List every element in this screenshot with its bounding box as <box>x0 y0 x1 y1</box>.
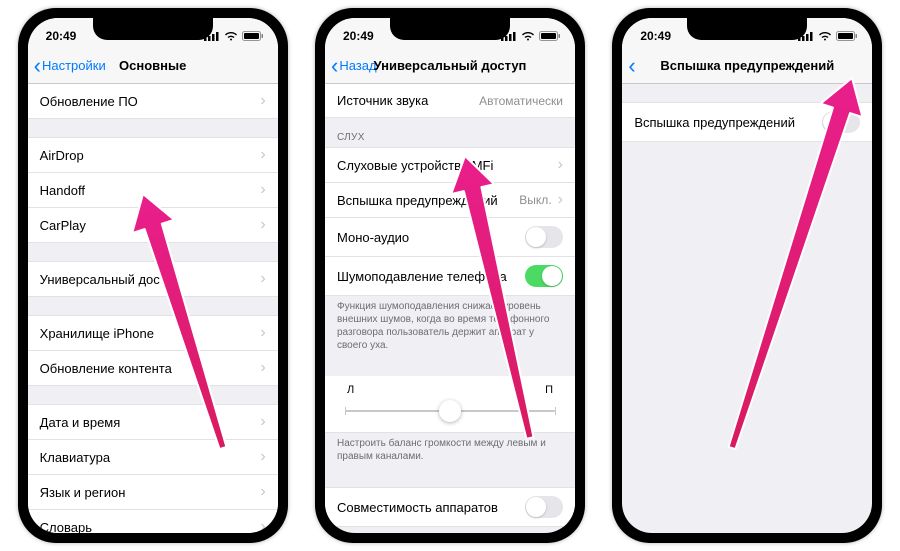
settings-row[interactable]: Handoff › <box>28 173 278 208</box>
chevron-right-icon: › <box>558 156 563 174</box>
settings-row: Вспышка предупреждений <box>622 102 872 142</box>
slider-thumb[interactable] <box>439 400 461 422</box>
battery-icon <box>836 31 858 41</box>
back-label: Настройки <box>42 58 106 73</box>
toggle-switch[interactable] <box>822 111 860 133</box>
chevron-right-icon: › <box>260 324 265 342</box>
nav-bar: ‹НазадУниверсальный доступ <box>325 48 575 84</box>
row-label: Универсальный доступ <box>40 272 255 287</box>
screen: 20:49‹НазадУниверсальный доступИсточник … <box>325 18 575 533</box>
slider-label-right: П <box>545 384 553 396</box>
settings-row[interactable]: Универсальный доступ › <box>28 261 278 297</box>
page-title: Вспышка предупреждений <box>622 58 872 73</box>
screen: 20:49‹Вспышка предупрежденийВспышка пред… <box>622 18 872 533</box>
chevron-right-icon: › <box>260 270 265 288</box>
chevron-right-icon: › <box>558 191 563 209</box>
back-label: Назад <box>339 58 376 73</box>
chevron-right-icon: › <box>260 518 265 533</box>
section-footer: Режим «Совместимость аппаратов» улучшает… <box>325 527 575 533</box>
row-label: AirDrop <box>40 148 255 163</box>
settings-row[interactable]: Клавиатура › <box>28 440 278 475</box>
chevron-right-icon: › <box>260 448 265 466</box>
phone-frame: 20:49‹НастройкиОсновныеОбновление ПО›Air… <box>18 8 288 543</box>
toggle-switch[interactable] <box>525 265 563 287</box>
wifi-icon <box>521 31 535 41</box>
row-label: Источник звука <box>337 93 479 108</box>
settings-row[interactable]: Язык и регион › <box>28 475 278 510</box>
phone-frame: 20:49‹Вспышка предупрежденийВспышка пред… <box>612 8 882 543</box>
chevron-right-icon: › <box>260 216 265 234</box>
settings-row: Шумоподавление телефона <box>325 257 575 296</box>
row-label: Моно-аудио <box>337 230 525 245</box>
row-label: Дата и время <box>40 415 255 430</box>
row-label: Обновление ПО <box>40 94 255 109</box>
balance-slider[interactable] <box>345 410 555 412</box>
settings-row: Совместимость аппаратов <box>325 487 575 527</box>
section-footer: Функция шумоподавления снижает уровень в… <box>325 296 575 358</box>
notch <box>687 18 807 40</box>
battery-icon <box>539 31 561 41</box>
back-button[interactable]: ‹ <box>628 55 635 77</box>
section-header: СЛУХ <box>325 118 575 147</box>
chevron-left-icon: ‹ <box>34 55 41 77</box>
row-label: Язык и регион <box>40 485 255 500</box>
content-area[interactable]: Вспышка предупреждений <box>622 84 872 533</box>
notch <box>93 18 213 40</box>
row-label: Handoff <box>40 183 255 198</box>
toggle-switch[interactable] <box>525 226 563 248</box>
wifi-icon <box>818 31 832 41</box>
back-button[interactable]: ‹Настройки <box>34 55 106 77</box>
status-time: 20:49 <box>640 29 671 43</box>
chevron-right-icon: › <box>260 146 265 164</box>
content-area[interactable]: Источник звукаАвтоматическиСЛУХСлуховые … <box>325 84 575 533</box>
row-label: Совместимость аппаратов <box>337 500 525 515</box>
settings-row[interactable]: Источник звукаАвтоматически <box>325 84 575 118</box>
row-label: CarPlay <box>40 218 255 233</box>
row-label: Вспышка предупреждений <box>337 193 519 208</box>
chevron-left-icon: ‹ <box>628 55 635 77</box>
wifi-icon <box>224 31 238 41</box>
nav-bar: ‹Вспышка предупреждений <box>622 48 872 84</box>
settings-row[interactable]: AirDrop › <box>28 137 278 173</box>
chevron-left-icon: ‹ <box>331 55 338 77</box>
settings-row[interactable]: CarPlay › <box>28 208 278 243</box>
battery-icon <box>242 31 264 41</box>
nav-bar: ‹НастройкиОсновные <box>28 48 278 84</box>
toggle-switch[interactable] <box>525 496 563 518</box>
settings-row[interactable]: Дата и время › <box>28 404 278 440</box>
settings-row[interactable]: Хранилище iPhone › <box>28 315 278 351</box>
settings-row[interactable]: Обновление контента › <box>28 351 278 386</box>
content-area[interactable]: Обновление ПО›AirDrop›Handoff›CarPlay›Ун… <box>28 84 278 533</box>
settings-row[interactable]: Вспышка предупрежденийВыкл. › <box>325 183 575 218</box>
row-label: Слуховые устройства MFi <box>337 158 552 173</box>
settings-row[interactable]: Обновление ПО › <box>28 84 278 119</box>
settings-row: Моно-аудио <box>325 218 575 257</box>
chevron-right-icon: › <box>260 413 265 431</box>
screen: 20:49‹НастройкиОсновныеОбновление ПО›Air… <box>28 18 278 533</box>
chevron-right-icon: › <box>260 483 265 501</box>
section-footer: Настроить баланс громкости между левым и… <box>325 433 575 469</box>
row-detail: Выкл. <box>519 193 551 207</box>
status-time: 20:49 <box>343 29 374 43</box>
settings-row[interactable]: Слуховые устройства MFi › <box>325 147 575 183</box>
notch <box>390 18 510 40</box>
row-label: Вспышка предупреждений <box>634 115 822 130</box>
row-detail: Автоматически <box>479 94 563 108</box>
phone-frame: 20:49‹НазадУниверсальный доступИсточник … <box>315 8 585 543</box>
row-label: Клавиатура <box>40 450 255 465</box>
settings-row[interactable]: Словарь › <box>28 510 278 533</box>
balance-slider-row: ЛП <box>325 376 575 433</box>
row-label: Хранилище iPhone <box>40 326 255 341</box>
row-label: Словарь <box>40 520 255 534</box>
status-time: 20:49 <box>46 29 77 43</box>
chevron-right-icon: › <box>260 181 265 199</box>
row-label: Обновление контента <box>40 361 255 376</box>
chevron-right-icon: › <box>260 359 265 377</box>
row-label: Шумоподавление телефона <box>337 269 525 284</box>
chevron-right-icon: › <box>260 92 265 110</box>
slider-label-left: Л <box>347 384 354 396</box>
back-button[interactable]: ‹Назад <box>331 55 377 77</box>
